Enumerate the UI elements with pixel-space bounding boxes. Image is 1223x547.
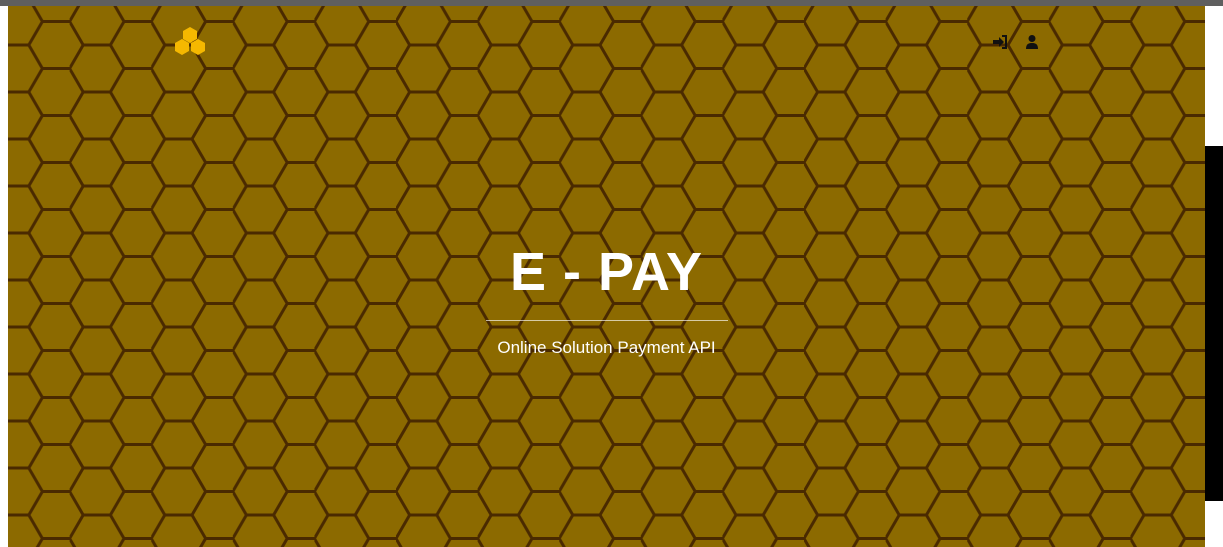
page-subtitle: Online Solution Payment API [497, 338, 716, 357]
navbar-icons [992, 34, 1040, 50]
honeycomb-logo-icon[interactable] [174, 26, 206, 58]
right-scroll-edge [1205, 6, 1223, 547]
page-title: E - PAY [509, 242, 704, 302]
left-edge [0, 6, 8, 547]
browser-viewport: E - PAY Online Solution Payment API [0, 0, 1223, 547]
scrollbar-track[interactable] [1205, 146, 1223, 501]
title-divider [485, 320, 728, 321]
user-icon[interactable] [1024, 34, 1040, 50]
hero-content: E - PAY Online Solution Payment API [8, 242, 1205, 359]
sign-in-icon[interactable] [992, 34, 1008, 50]
hero-section: E - PAY Online Solution Payment API [8, 6, 1205, 547]
